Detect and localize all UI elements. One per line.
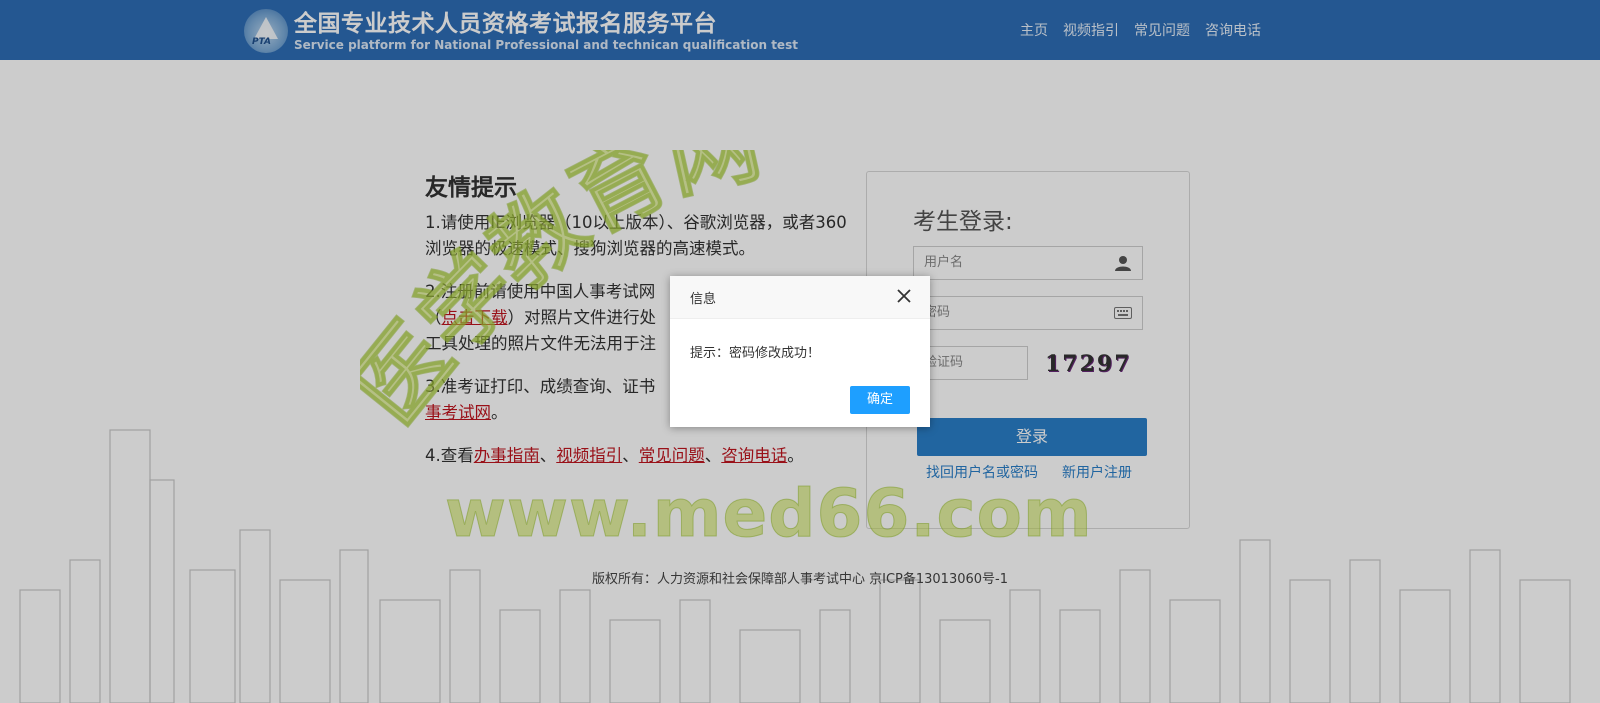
info-dialog: 信息 提示：密码修改成功！ 确定 (670, 276, 930, 427)
close-icon[interactable] (894, 286, 914, 306)
dialog-message: 提示：密码修改成功！ (690, 346, 821, 361)
confirm-button[interactable]: 确定 (850, 386, 910, 414)
dialog-title: 信息 (690, 292, 717, 307)
dialog-header: 信息 (670, 276, 930, 319)
